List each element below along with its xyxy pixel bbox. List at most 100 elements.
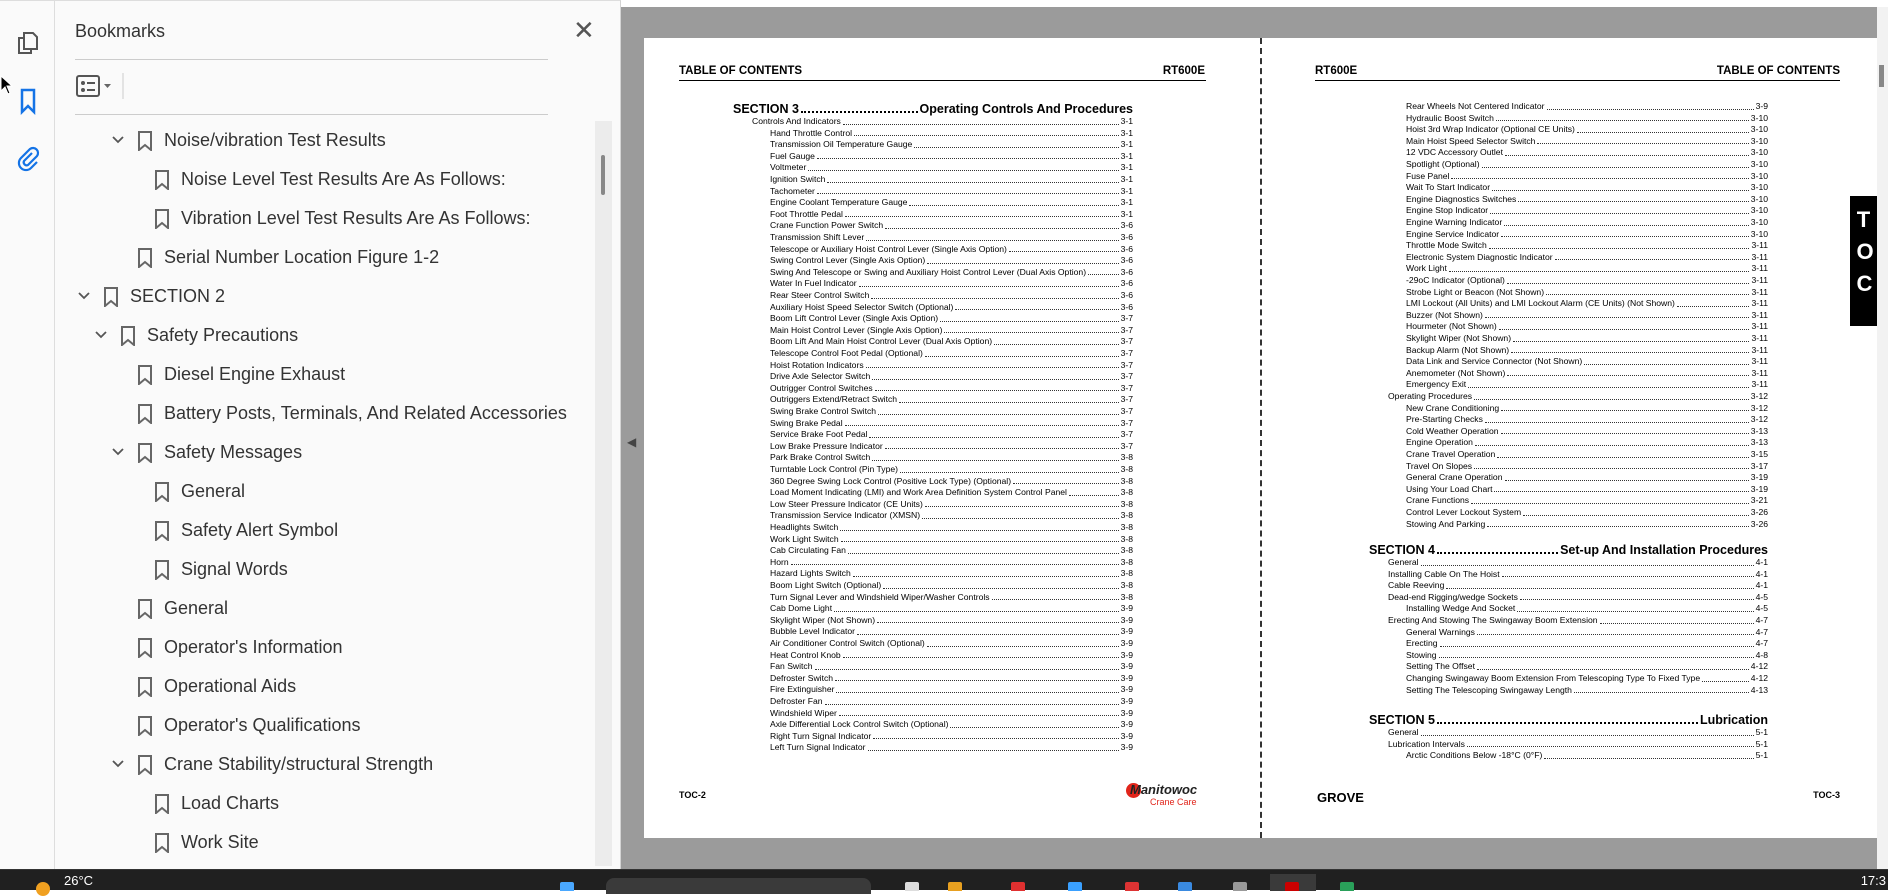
document-scrollbar[interactable] xyxy=(1877,7,1888,869)
toc-entry[interactable]: Strobe Light or Beacon (Not Shown) 3-11 xyxy=(1406,287,1768,299)
toc-section-heading[interactable]: SECTION 3 Operating Controls And Procedur… xyxy=(733,102,1133,116)
close-panel-button[interactable]: ✕ xyxy=(573,17,595,43)
attachments-icon[interactable] xyxy=(14,145,42,173)
toc-section-heading[interactable]: SECTION 5 Lubrication xyxy=(1369,713,1768,727)
toc-entry[interactable]: Travel On Slopes 3-17 xyxy=(1406,461,1768,473)
toc-entry[interactable]: Fuse Panel 3-10 xyxy=(1406,171,1768,183)
toc-entry[interactable]: Telescope Control Foot Pedal (Optional) 3… xyxy=(770,348,1133,360)
toc-entry[interactable]: Swing And Telescope or Swing and Auxilia… xyxy=(770,267,1133,279)
toc-entry[interactable]: Data Link and Service Connector (Not Sho… xyxy=(1406,356,1768,368)
toc-entry[interactable]: Tachometer 3-1 xyxy=(770,186,1133,198)
toc-entry[interactable]: Swing Brake Control Switch 3-7 xyxy=(770,406,1133,418)
toc-section-heading[interactable]: SECTION 4 Set-up And Installation Procedu… xyxy=(1369,543,1768,557)
toc-entry[interactable]: Dead-end Rigging/wedge Sockets 4-5 xyxy=(1388,592,1768,604)
bookmark-item[interactable]: General xyxy=(138,589,228,628)
bookmark-item[interactable]: Noise Level Test Results Are As Follows: xyxy=(155,160,506,199)
toc-entry[interactable]: Buzzer (Not Shown) 3-11 xyxy=(1406,310,1768,322)
toc-entry[interactable]: Spotlight (Optional) 3-10 xyxy=(1406,159,1768,171)
bookmark-item[interactable]: Vibration Level Test Results Are As Foll… xyxy=(155,199,531,238)
bookmark-item[interactable]: Safety Messages xyxy=(138,433,302,472)
toc-entry[interactable]: Right Turn Signal Indicator 3-9 xyxy=(770,731,1133,743)
toc-entry[interactable]: Rear Steer Control Switch 3-6 xyxy=(770,290,1133,302)
bookmark-item[interactable]: Operator's Information xyxy=(138,628,343,667)
taskbar-search[interactable] xyxy=(606,878,871,894)
toc-entry[interactable]: Bubble Level Indicator 3-9 xyxy=(770,626,1133,638)
toc-entry[interactable]: Pre-Starting Checks 3-12 xyxy=(1406,414,1768,426)
toc-entry[interactable]: Cable Reeving 4-1 xyxy=(1388,580,1768,592)
toc-entry[interactable]: Setting The Offset 4-12 xyxy=(1406,661,1768,673)
toc-entry[interactable]: Water In Fuel Indicator 3-6 xyxy=(770,278,1133,290)
toc-entry[interactable]: Emergency Exit 3-11 xyxy=(1406,379,1768,391)
toc-entry[interactable]: Swing Brake Pedal 3-7 xyxy=(770,418,1133,430)
bookmark-item[interactable]: Operator's Qualifications xyxy=(138,706,361,745)
chevron-down-icon[interactable] xyxy=(111,133,125,147)
toc-entry[interactable]: Outrigger Control Switches 3-7 xyxy=(770,383,1133,395)
bookmark-item[interactable]: Battery Posts, Terminals, And Related Ac… xyxy=(138,394,567,433)
toc-entry[interactable]: Low Steer Pressure Indicator (CE Units) 3… xyxy=(770,499,1133,511)
toc-entry[interactable]: Ignition Switch 3-1 xyxy=(770,174,1133,186)
toc-entry[interactable]: Stowing And Parking 3-26 xyxy=(1406,519,1768,531)
toc-entry[interactable]: Engine Service Indicator 3-10 xyxy=(1406,229,1768,241)
toc-entry[interactable]: Controls And Indicators 3-1 xyxy=(752,116,1133,128)
toc-entry[interactable]: Skylight Wiper (Not Shown) 3-9 xyxy=(770,615,1133,627)
toc-entry[interactable]: Changing Swingaway Boom Extension From T… xyxy=(1406,673,1768,685)
toc-entry[interactable]: Engine Operation 3-13 xyxy=(1406,437,1768,449)
toc-entry[interactable]: Boom Lift And Main Hoist Control Lever (… xyxy=(770,336,1133,348)
bookmark-item[interactable]: Operational Aids xyxy=(138,667,296,706)
toc-entry[interactable]: Main Hoist Speed Selector Switch 3-10 xyxy=(1406,136,1768,148)
toc-entry[interactable]: Engine Coolant Temperature Gauge 3-1 xyxy=(770,197,1133,209)
toc-entry[interactable]: Work Light 3-11 xyxy=(1406,263,1768,275)
chevron-down-icon[interactable] xyxy=(111,757,125,771)
toc-entry[interactable]: Telescope or Auxiliary Hoist Control Lev… xyxy=(770,244,1133,256)
toc-entry[interactable]: Installing Wedge And Socket 4-5 xyxy=(1406,603,1768,615)
bookmark-item[interactable]: SECTION 2 xyxy=(104,277,225,316)
toc-entry[interactable]: Installing Cable On The Hoist 4-1 xyxy=(1388,569,1768,581)
toc-entry[interactable]: Electronic System Diagnostic Indicator 3-… xyxy=(1406,252,1768,264)
toc-entry[interactable]: Hand Throttle Control 3-1 xyxy=(770,128,1133,140)
toc-entry[interactable]: Voltmeter 3-1 xyxy=(770,162,1133,174)
toc-entry[interactable]: Engine Stop Indicator 3-10 xyxy=(1406,205,1768,217)
system-clock[interactable]: 17:3 xyxy=(1861,873,1886,888)
toc-entry[interactable]: Operating Procedures 3-12 xyxy=(1388,391,1768,403)
toc-entry[interactable]: Hoist 3rd Wrap Indicator (Optional CE Un… xyxy=(1406,124,1768,136)
toc-entry[interactable]: Erecting 4-7 xyxy=(1406,638,1768,650)
chevron-down-icon[interactable] xyxy=(77,289,91,303)
toc-entry[interactable]: Drive Axle Selector Switch 3-7 xyxy=(770,371,1133,383)
bookmark-item[interactable]: Signal Words xyxy=(155,550,288,589)
toc-entry[interactable]: General 4-1 xyxy=(1388,557,1768,569)
toc-entry[interactable]: Hazard Lights Switch 3-8 xyxy=(770,568,1133,580)
toc-entry[interactable]: Auxiliary Hoist Speed Selector Switch (O… xyxy=(770,302,1133,314)
toc-entry[interactable]: Arctic Conditions Below -18°C (0°F) 5-1 xyxy=(1406,750,1768,762)
toc-entry[interactable]: Engine Diagnostics Switches 3-10 xyxy=(1406,194,1768,206)
toc-entry[interactable]: 360 Degree Swing Lock Control (Positive … xyxy=(770,476,1133,488)
toc-entry[interactable]: Turn Signal Lever and Windshield Wiper/W… xyxy=(770,592,1133,604)
chevron-down-icon[interactable] xyxy=(111,445,125,459)
toc-entry[interactable]: Throttle Mode Switch 3-11 xyxy=(1406,240,1768,252)
toc-entry[interactable]: Air Conditioner Control Switch (Optional… xyxy=(770,638,1133,650)
bookmark-item[interactable]: Serial Number Location Figure 1-2 xyxy=(138,238,439,277)
toc-entry[interactable]: Service Brake Foot Pedal 3-7 xyxy=(770,429,1133,441)
bookmark-options-button[interactable] xyxy=(75,73,125,99)
bookmark-item[interactable]: Diesel Engine Exhaust xyxy=(138,355,345,394)
toc-entry[interactable]: Setting The Telescoping Swingaway Length… xyxy=(1406,685,1768,697)
toc-entry[interactable]: General Warnings 4-7 xyxy=(1406,627,1768,639)
toc-entry[interactable]: Defroster Fan 3-9 xyxy=(770,696,1133,708)
weather-temp[interactable]: 26°C xyxy=(64,873,93,888)
toc-entry[interactable]: New Crane Conditioning 3-12 xyxy=(1406,403,1768,415)
toc-entry[interactable]: Hoist Rotation Indicators 3-7 xyxy=(770,360,1133,372)
toc-entry[interactable]: Cab Dome Light 3-9 xyxy=(770,603,1133,615)
bookmark-item[interactable]: Crane Stability/structural Strength xyxy=(138,745,433,784)
toc-entry[interactable]: Rear Wheels Not Centered Indicator 3-9 xyxy=(1406,101,1768,113)
bookmark-item[interactable]: Safety Alert Symbol xyxy=(155,511,338,550)
toc-entry[interactable]: Skylight Wiper (Not Shown) 3-11 xyxy=(1406,333,1768,345)
toc-entry[interactable]: Left Turn Signal Indicator 3-9 xyxy=(770,742,1133,754)
toc-entry[interactable]: Crane Functions 3-21 xyxy=(1406,495,1768,507)
toc-entry[interactable]: Wait To Start Indicator 3-10 xyxy=(1406,182,1768,194)
toc-entry[interactable]: -29oC Indicator (Optional) 3-11 xyxy=(1406,275,1768,287)
toc-entry[interactable]: Windshield Wiper 3-9 xyxy=(770,708,1133,720)
bookmark-scrollbar[interactable] xyxy=(595,121,612,866)
toc-entry[interactable]: Fan Switch 3-9 xyxy=(770,661,1133,673)
toc-entry[interactable]: Crane Travel Operation 3-15 xyxy=(1406,449,1768,461)
toc-entry[interactable]: Work Light Switch 3-8 xyxy=(770,534,1133,546)
bookmark-item[interactable]: Noise/vibration Test Results xyxy=(138,121,386,160)
